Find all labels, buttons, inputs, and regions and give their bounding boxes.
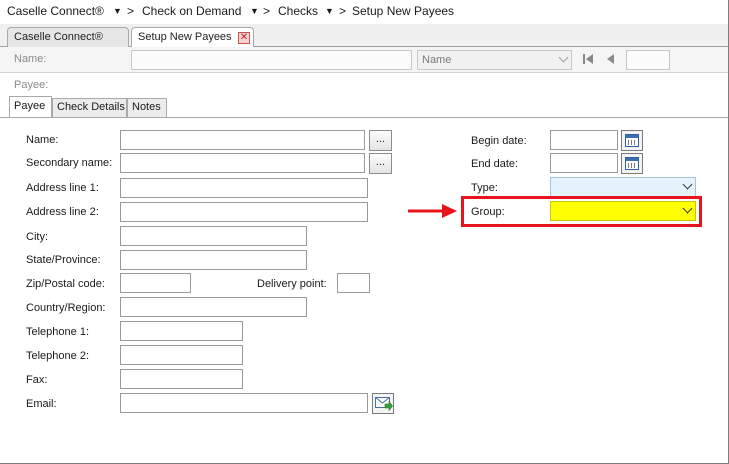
telephone-2-label: Telephone 2: (26, 350, 89, 362)
state-province-input[interactable] (120, 250, 307, 270)
address-line-2-input[interactable] (120, 202, 368, 222)
close-icon[interactable]: ✕ (238, 32, 250, 44)
breadcrumb-setup-new-payees[interactable]: Setup New Payees (352, 4, 454, 18)
breadcrumb-checks[interactable]: Checks (278, 4, 318, 18)
city-label: City: (26, 231, 48, 243)
tab-notes[interactable]: Notes (127, 98, 167, 117)
address-line-2-label: Address line 2: (26, 206, 99, 218)
email-label: Email: (26, 398, 57, 410)
tab-label: Caselle Connect® (14, 31, 103, 43)
group-highlight-box (461, 196, 702, 227)
record-number-input[interactable] (626, 50, 670, 70)
telephone-1-input[interactable] (120, 321, 243, 341)
tab-payee[interactable]: Payee (9, 96, 52, 118)
breadcrumb: Caselle Connect® ▼ > Check on Demand ▼ >… (0, 0, 728, 24)
window-frame: Caselle Connect® ▼ > Check on Demand ▼ >… (0, 0, 729, 464)
send-email-button[interactable] (372, 393, 394, 414)
fax-label: Fax: (26, 374, 48, 386)
first-record-icon[interactable] (582, 53, 594, 65)
breadcrumb-caselle-connect[interactable]: Caselle Connect® (7, 4, 104, 18)
begin-date-input[interactable] (550, 130, 618, 150)
tab-setup-new-payees[interactable]: Setup New Payees ✕ (131, 27, 254, 48)
begin-date-picker-button[interactable] (621, 130, 643, 151)
breadcrumb-check-on-demand[interactable]: Check on Demand (142, 4, 241, 18)
secondary-name-input[interactable] (120, 153, 365, 173)
fax-input[interactable] (120, 369, 243, 389)
breadcrumb-dropdown-icon[interactable]: ▼ (113, 6, 122, 16)
payee-header-label: Payee: (14, 79, 49, 91)
telephone-2-input[interactable] (120, 345, 243, 365)
tab-label: Notes (132, 101, 161, 113)
sort-field-select[interactable]: Name (417, 50, 572, 70)
document-tab-strip: Caselle Connect® Setup New Payees ✕ (0, 24, 728, 48)
country-region-input[interactable] (120, 297, 307, 317)
sort-field-value: Name (422, 54, 452, 66)
type-label: Type: (471, 182, 498, 194)
name-label: Name: (26, 134, 59, 146)
chevron-down-icon (558, 52, 569, 63)
end-date-input[interactable] (550, 153, 618, 173)
payee-sub-tabs: Payee Check Details Notes (0, 96, 728, 118)
address-line-1-label: Address line 1: (26, 182, 99, 194)
delivery-point-label: Delivery point: (257, 278, 327, 290)
breadcrumb-dropdown-icon[interactable]: ▼ (250, 6, 259, 16)
secondary-name-lookup-button[interactable]: ... (369, 153, 392, 174)
name-lookup-label: Name: (14, 53, 47, 65)
tab-label: Payee (14, 100, 46, 112)
state-province-label: State/Province: (26, 254, 101, 266)
tab-caselle-connect[interactable]: Caselle Connect® (7, 27, 129, 47)
chevron-down-icon (682, 179, 693, 190)
begin-date-label: Begin date: (471, 135, 527, 147)
breadcrumb-separator-icon: > (263, 4, 271, 18)
name-lookup-bar: Name: Name (0, 47, 728, 73)
telephone-1-label: Telephone 1: (26, 326, 89, 338)
address-line-1-input[interactable] (120, 178, 368, 198)
zip-postal-code-input[interactable] (120, 273, 191, 293)
type-select[interactable] (550, 177, 696, 197)
breadcrumb-separator-icon: > (127, 4, 135, 18)
zip-postal-code-label: Zip/Postal code: (26, 278, 105, 290)
tab-label: Setup New Payees (138, 31, 232, 43)
previous-record-icon[interactable] (606, 53, 616, 65)
breadcrumb-separator-icon: > (339, 4, 347, 18)
send-email-icon (375, 397, 393, 414)
name-input[interactable] (120, 130, 365, 150)
end-date-picker-button[interactable] (621, 153, 643, 174)
tab-check-details[interactable]: Check Details (52, 98, 127, 117)
country-region-label: Country/Region: (26, 302, 106, 314)
name-lookup-input[interactable] (131, 50, 412, 70)
city-input[interactable] (120, 226, 307, 246)
arrow-right-icon (408, 203, 458, 222)
tab-label: Check Details (57, 101, 125, 113)
name-lookup-button[interactable]: ... (369, 130, 392, 151)
secondary-name-label: Secondary name: (26, 157, 113, 169)
end-date-label: End date: (471, 158, 519, 170)
breadcrumb-dropdown-icon[interactable]: ▼ (325, 6, 334, 16)
calendar-icon (625, 157, 639, 170)
calendar-icon (625, 134, 639, 147)
email-input[interactable] (120, 393, 368, 413)
delivery-point-input[interactable] (337, 273, 370, 293)
